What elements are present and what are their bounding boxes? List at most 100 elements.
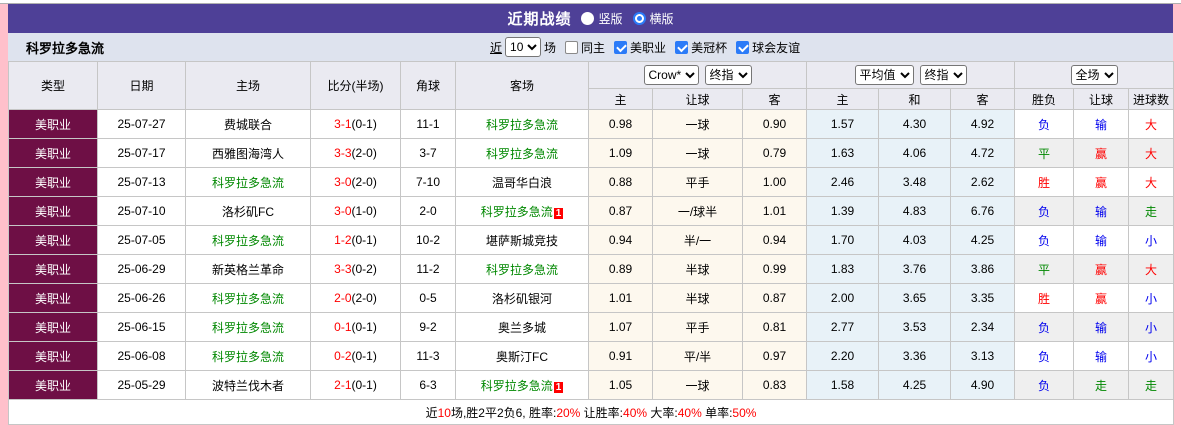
away-team-cell[interactable]: 温哥华白浪 (455, 167, 589, 197)
same-venue-checkbox[interactable] (565, 40, 579, 54)
corner-cell: 7-10 (400, 167, 456, 197)
halftime-score: (0-2) (351, 262, 377, 276)
champions-cup-checkbox[interactable] (675, 40, 689, 54)
home-team-cell[interactable]: 西雅图海湾人 (185, 138, 311, 168)
home-team-cell[interactable]: 科罗拉多急流 (185, 312, 311, 342)
avg-draw-cell: 3.65 (878, 283, 951, 313)
score-cell[interactable]: 3-0(2-0) (310, 167, 401, 197)
away-team-cell[interactable]: 堪萨斯城竞技 (455, 225, 589, 255)
fulltime-score[interactable]: 0-1 (334, 320, 351, 334)
home-team-cell[interactable]: 洛杉矶FC (185, 196, 311, 226)
halftime-score: (2-0) (351, 291, 377, 305)
near-matches-link[interactable]: 近 (490, 39, 502, 56)
avg-away-cell: 2.34 (949, 312, 1016, 342)
avg-away-cell: 3.86 (949, 254, 1016, 284)
live-count-badge: 1 (553, 207, 564, 219)
result-handicap-cell: 赢 (1073, 138, 1130, 168)
summary-segment: 近 (425, 405, 438, 420)
home-team-cell[interactable]: 科罗拉多急流 (185, 341, 311, 371)
score-cell[interactable]: 3-3(2-0) (310, 138, 401, 168)
scope-select[interactable]: 全场 (1070, 65, 1118, 85)
home-team-cell[interactable]: 波特兰伐木者 (185, 370, 311, 400)
match-row: 美职业 25-07-13 科罗拉多急流 3-0(2-0) 7-10 温哥华白浪 0.88 平手… (8, 167, 1175, 197)
results-body: 美职业 25-07-27 费城联合 3-1(0-1) 11-1 科罗拉多急流 0.98 一球 0… (8, 109, 1175, 400)
fulltime-score[interactable]: 3-3 (334, 262, 351, 276)
fulltime-score[interactable]: 3-3 (334, 146, 351, 160)
summary-segment: 20% (556, 405, 581, 420)
friendly-checkbox[interactable] (736, 40, 750, 54)
odds-stage-select-2[interactable]: 终指 (919, 65, 967, 85)
odds-home-cell: 1.01 (588, 283, 653, 313)
league-type-cell: 美职业 (8, 370, 98, 400)
radio-horizontal-icon[interactable] (632, 12, 646, 25)
away-team-cell[interactable]: 奥斯汀FC (455, 341, 589, 371)
home-team-cell[interactable]: 新英格兰革命 (185, 254, 311, 284)
champions-cup-label: 美冠杯 (691, 40, 728, 55)
score-cell[interactable]: 1-2(0-1) (310, 225, 401, 255)
away-team-cell[interactable]: 科罗拉多急流 (455, 109, 589, 139)
avg-away-cell: 2.62 (949, 167, 1016, 197)
header-date: 日期 (97, 61, 186, 110)
odds-home-cell: 1.05 (588, 370, 653, 400)
fulltime-score[interactable]: 1-2 (334, 233, 351, 247)
home-team-cell[interactable]: 费城联合 (185, 109, 311, 139)
match-row: 美职业 25-05-29 波特兰伐木者 2-1(0-1) 6-3 科罗拉多急流 1 1.05 一… (8, 370, 1175, 400)
away-team-cell[interactable]: 科罗拉多急流 (455, 138, 589, 168)
layout-option-horizontal[interactable]: 横版 (632, 10, 674, 27)
avg-away-cell: 4.90 (949, 370, 1016, 400)
score-cell[interactable]: 3-0(1-0) (310, 196, 401, 226)
header-type: 类型 (8, 61, 98, 110)
fulltime-score[interactable]: 3-1 (334, 117, 351, 131)
result-goals-cell: 大 (1128, 254, 1175, 284)
home-team-cell[interactable]: 科罗拉多急流 (185, 283, 311, 313)
odds-away-cell: 0.97 (742, 341, 807, 371)
layout-option-vertical[interactable]: 竖版 (581, 10, 623, 27)
match-row: 美职业 25-07-05 科罗拉多急流 1-2(0-1) 10-2 堪萨斯城竞技 0.94 半… (8, 225, 1175, 255)
radio-vertical-icon[interactable] (581, 12, 595, 25)
score-cell[interactable]: 0-2(0-1) (310, 341, 401, 371)
odds-away-cell: 0.83 (742, 370, 807, 400)
fulltime-score[interactable]: 2-1 (334, 378, 351, 392)
away-team-cell[interactable]: 科罗拉多急流 (455, 254, 589, 284)
date-cell: 25-07-13 (97, 167, 186, 197)
odds-company-select[interactable]: Crow* (643, 65, 699, 85)
summary-segment: 场,胜2平2负6, 胜率: (450, 405, 557, 420)
match-count-select[interactable]: 10 (505, 37, 542, 57)
away-team-cell[interactable]: 科罗拉多急流 1 (455, 196, 589, 226)
subheader-odds-home: 主 (588, 88, 653, 110)
league-type-cell: 美职业 (8, 254, 98, 284)
fulltime-score[interactable]: 3-0 (334, 204, 351, 218)
score-cell[interactable]: 0-1(0-1) (310, 312, 401, 342)
score-cell[interactable]: 2-1(0-1) (310, 370, 401, 400)
mls-checkbox[interactable] (614, 40, 628, 54)
subheader-goals: 进球数 (1128, 88, 1175, 110)
odds-home-cell: 1.07 (588, 312, 653, 342)
away-team-cell[interactable]: 洛杉矶银河 (455, 283, 589, 313)
date-cell: 25-07-27 (97, 109, 186, 139)
away-team-cell[interactable]: 奥兰多城 (455, 312, 589, 342)
odds-handicap-cell: 一球 (652, 109, 743, 139)
results-table: 类型 日期 主场 比分(半场) 角球 客场 Crow* 终指 平均值 终指 全场… (7, 61, 1175, 425)
summary-segment: 单率: (701, 405, 733, 420)
match-row: 美职业 25-06-15 科罗拉多急流 0-1(0-1) 9-2 奥兰多城 1.07 平手 0.… (8, 312, 1175, 342)
fulltime-score[interactable]: 3-0 (334, 175, 351, 189)
score-cell[interactable]: 3-3(0-2) (310, 254, 401, 284)
away-team-cell[interactable]: 科罗拉多急流 1 (455, 370, 589, 400)
fulltime-score[interactable]: 2-0 (334, 291, 351, 305)
avg-home-cell: 1.63 (806, 138, 879, 168)
home-team-cell[interactable]: 科罗拉多急流 (185, 167, 311, 197)
avg-home-cell: 2.46 (806, 167, 879, 197)
halftime-score: (0-1) (351, 349, 377, 363)
home-team-cell[interactable]: 科罗拉多急流 (185, 225, 311, 255)
odds-stage-select-1[interactable]: 终指 (704, 65, 752, 85)
fulltime-score[interactable]: 0-2 (334, 349, 351, 363)
result-outcome-cell: 负 (1014, 341, 1075, 371)
score-cell[interactable]: 3-1(0-1) (310, 109, 401, 139)
avg-draw-cell: 4.83 (878, 196, 951, 226)
result-handicap-cell: 走 (1073, 370, 1130, 400)
score-cell[interactable]: 2-0(2-0) (310, 283, 401, 313)
average-select[interactable]: 平均值 (854, 65, 914, 85)
odds-home-cell: 0.87 (588, 196, 653, 226)
avg-away-cell: 4.92 (949, 109, 1016, 139)
average-odds-header-group: 平均值 终指 (805, 61, 1016, 89)
